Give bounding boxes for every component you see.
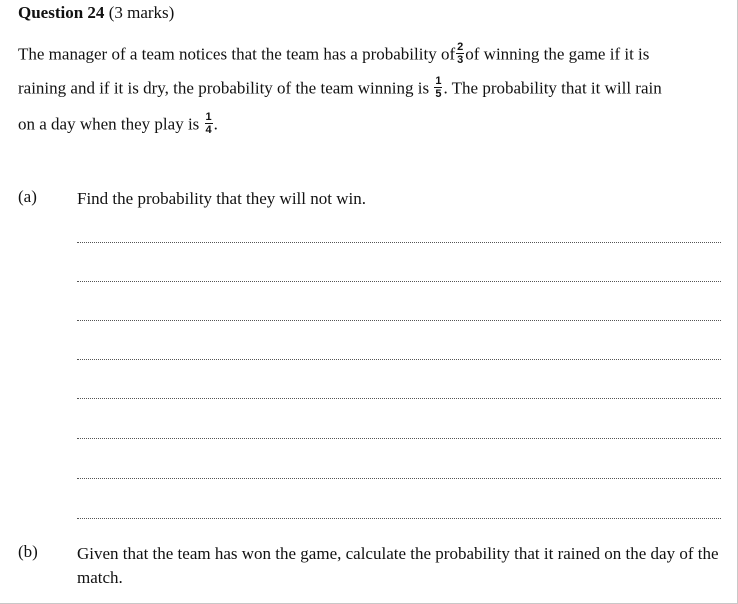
fraction-denominator: 4 — [205, 124, 212, 136]
answer-line[interactable] — [77, 518, 721, 519]
part-a-text: Find the probability that they will not … — [77, 189, 366, 208]
fraction-one-quarter: 14 — [204, 111, 213, 136]
fraction-numerator: 2 — [456, 41, 465, 54]
part-b-text: Given that the team has won the game, ca… — [77, 544, 719, 587]
answer-line[interactable] — [77, 320, 721, 321]
fraction-denominator: 3 — [457, 54, 464, 66]
stem-text: . The probability that it will rain — [443, 78, 662, 98]
fraction-denominator: 5 — [435, 88, 442, 100]
stem-text: of winning the game if it is — [465, 44, 650, 64]
answer-line[interactable] — [77, 242, 721, 243]
answer-line[interactable] — [77, 478, 721, 479]
stem-text: The manager of a team notices that the t… — [18, 44, 456, 64]
answer-line[interactable] — [77, 359, 721, 360]
stem-text: raining and if it is dry, the probabilit… — [18, 78, 430, 98]
fraction-numerator: 1 — [434, 75, 443, 88]
exam-page: Question 24 (3 marks) The manager of a t… — [0, 0, 738, 604]
stem-line-3: on a day when they play is 14. — [18, 111, 218, 137]
stem-line-2: raining and if it is dry, the probabilit… — [18, 75, 662, 101]
answer-line[interactable] — [77, 281, 721, 282]
question-marks: (3 marks) — [104, 3, 175, 22]
fraction-two-thirds: 23 — [456, 41, 465, 66]
stem-text: on a day when they play is — [18, 114, 200, 134]
stem-line-1: The manager of a team notices that the t… — [18, 41, 650, 67]
answer-line[interactable] — [77, 438, 721, 439]
answer-line[interactable] — [77, 398, 721, 399]
part-b-label: (b) — [18, 542, 38, 561]
fraction-numerator: 1 — [204, 111, 213, 124]
fraction-one-fifth: 15 — [434, 75, 443, 100]
question-number: Question 24 — [18, 3, 105, 22]
part-a-label: (a) — [18, 187, 37, 206]
question-title: Question 24 (3 marks) — [18, 3, 174, 23]
stem-text: . — [213, 114, 218, 134]
